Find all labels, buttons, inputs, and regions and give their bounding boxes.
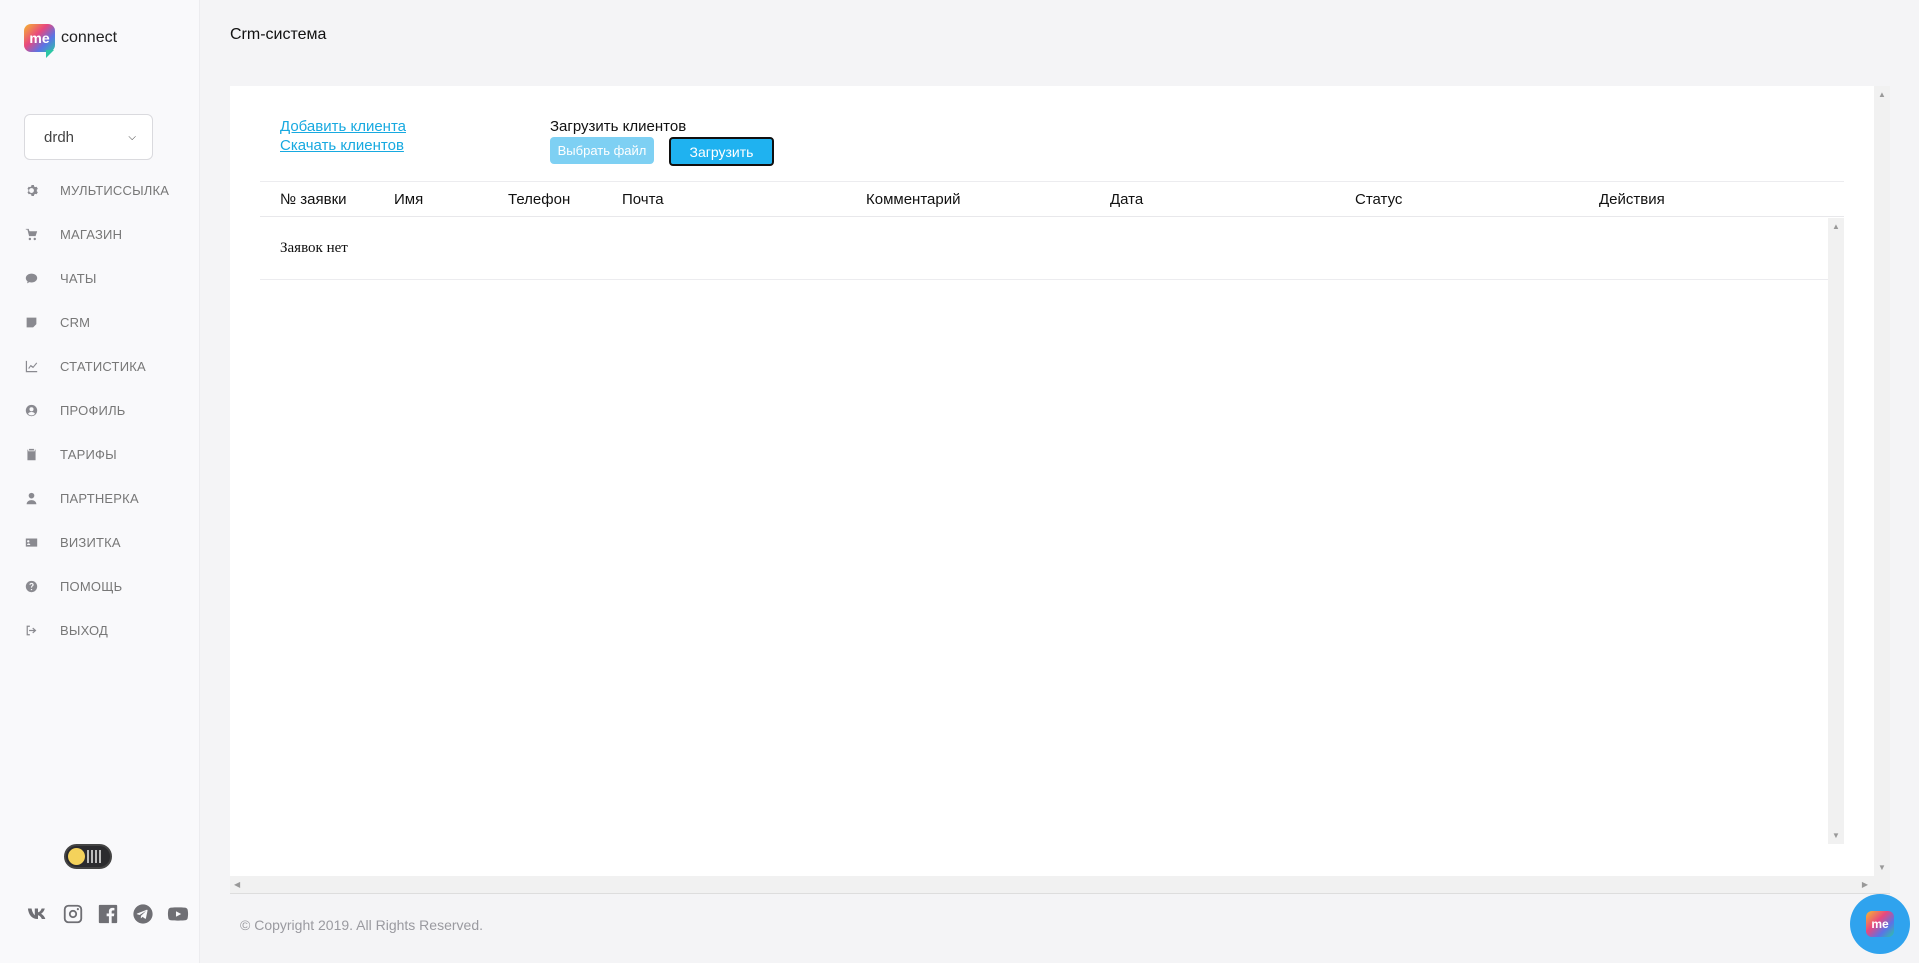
sidebar-item-label: ЧАТЫ [60, 270, 97, 286]
logo-text: connect [61, 29, 118, 46]
toggle-track-pattern [87, 850, 101, 863]
logo[interactable]: me connect [24, 24, 118, 58]
column-header: № заявки [280, 191, 347, 208]
sidebar-item-label: ПАРТНЕРКА [60, 490, 139, 506]
crm-card: Добавить клиента Скачать клиентов Загруз… [230, 86, 1874, 876]
sidebar-item-shop[interactable]: МАГАЗИН [24, 212, 169, 256]
account-select[interactable]: drdh ⌵ [24, 114, 153, 160]
scroll-left-arrow-icon[interactable]: ◀ [234, 880, 240, 889]
sidebar-item-label: ПОМОЩЬ [60, 578, 123, 594]
sidebar: me connect drdh ⌵ МУЛЬТИССЫЛКА МАГАЗИН Ч… [0, 0, 200, 963]
social-links [26, 903, 190, 925]
table-header: № заявки Имя Телефон Почта Комментарий Д… [260, 181, 1844, 217]
cart-icon [24, 227, 38, 241]
copyright-text: © Copyright 2019. All Rights Reserved. [240, 917, 483, 933]
sidebar-item-label: МАГАЗИН [60, 226, 123, 242]
page-scrollbar-vertical[interactable]: ▲ ▼ [1874, 86, 1890, 876]
sidebar-item-chats[interactable]: ЧАТЫ [24, 256, 169, 300]
upload-button[interactable]: Загрузить [669, 137, 774, 166]
sidebar-item-business-card[interactable]: ВИЗИТКА [24, 520, 169, 564]
sidebar-item-label: ВЫХОД [60, 622, 109, 638]
chart-icon [24, 359, 38, 373]
question-circle-icon [24, 579, 38, 593]
column-header: Телефон [508, 191, 571, 208]
chat-icon [24, 271, 38, 285]
sidebar-item-multilink[interactable]: МУЛЬТИССЫЛКА [24, 168, 169, 212]
instagram-icon[interactable] [61, 903, 85, 925]
vk-icon[interactable] [26, 903, 50, 925]
sign-out-icon [24, 623, 38, 637]
table-scrollbar[interactable]: ▲ ▼ [1828, 218, 1844, 844]
sidebar-item-tariffs[interactable]: ТАРИФЫ [24, 432, 169, 476]
scroll-down-arrow-icon[interactable]: ▼ [1832, 831, 1840, 840]
column-header: Имя [394, 191, 424, 208]
column-header: Комментарий [866, 191, 961, 208]
chat-widget-button[interactable]: me [1850, 894, 1910, 954]
column-header: Дата [1110, 191, 1144, 208]
sidebar-item-help[interactable]: ПОМОЩЬ [24, 564, 169, 608]
facebook-icon[interactable] [96, 903, 120, 925]
sidebar-item-label: ВИЗИТКА [60, 534, 121, 550]
account-select-value: drdh [44, 128, 75, 146]
clipboard-icon [24, 447, 38, 461]
sidebar-item-label: СТАТИСТИКА [60, 358, 146, 374]
youtube-icon[interactable] [166, 903, 190, 925]
page-title: Crm-система [230, 26, 327, 43]
scroll-down-arrow-icon[interactable]: ▼ [1878, 863, 1886, 872]
table-row: Заявок нет [260, 218, 1828, 280]
sidebar-item-label: МУЛЬТИССЫЛКА [60, 182, 170, 198]
sidebar-item-crm[interactable]: CRM [24, 300, 169, 344]
download-clients-link[interactable]: Скачать клиентов [280, 137, 404, 154]
sidebar-item-label: ПРОФИЛЬ [60, 402, 126, 418]
scroll-up-arrow-icon[interactable]: ▲ [1832, 222, 1840, 231]
logo-mark: me [24, 24, 55, 58]
user-circle-icon [24, 403, 38, 417]
choose-file-button[interactable]: Выбрать файл [550, 137, 654, 164]
scroll-right-arrow-icon[interactable]: ▶ [1862, 880, 1868, 889]
theme-toggle[interactable] [64, 844, 112, 869]
column-header: Статус [1355, 191, 1403, 208]
chat-widget-logo: me [1866, 911, 1894, 937]
upload-clients-label: Загрузить клиентов [550, 118, 687, 135]
sidebar-item-logout[interactable]: ВЫХОД [24, 608, 169, 652]
logo-mark-text: me [29, 30, 50, 46]
note-icon [24, 315, 38, 329]
sidebar-item-partner[interactable]: ПАРТНЕРКА [24, 476, 169, 520]
sidebar-item-profile[interactable]: ПРОФИЛЬ [24, 388, 169, 432]
sidebar-item-statistics[interactable]: СТАТИСТИКА [24, 344, 169, 388]
toggle-knob [68, 848, 85, 865]
scroll-up-arrow-icon[interactable]: ▲ [1878, 90, 1886, 99]
page-scrollbar-horizontal[interactable]: ◀ ▶ [230, 876, 1890, 894]
sidebar-item-label: CRM [60, 314, 91, 330]
sidebar-nav: МУЛЬТИССЫЛКА МАГАЗИН ЧАТЫ CRM СТАТИСТИКА… [24, 168, 169, 652]
telegram-icon[interactable] [131, 903, 155, 925]
column-header: Почта [622, 191, 664, 208]
gear-icon [24, 183, 38, 197]
add-client-link[interactable]: Добавить клиента [280, 118, 406, 135]
user-icon [24, 491, 38, 505]
column-header: Действия [1599, 191, 1665, 208]
chevron-down-icon: ⌵ [128, 131, 136, 143]
table-body: Заявок нет ▲ ▼ [260, 218, 1844, 844]
id-card-icon [24, 535, 38, 549]
empty-state-text: Заявок нет [280, 240, 348, 256]
sidebar-item-label: ТАРИФЫ [60, 446, 117, 462]
